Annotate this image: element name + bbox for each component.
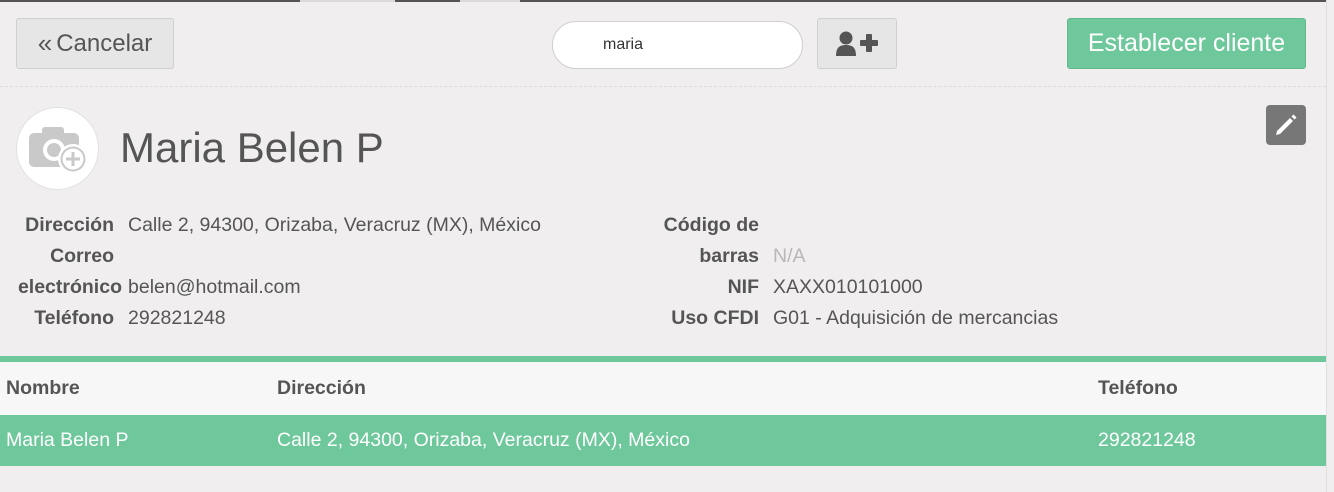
email-label-line2: electrónico [17,276,122,298]
edit-customer-button[interactable] [1266,105,1306,145]
barcode-label-line2: barras [699,245,759,267]
email-label-line1: Correo [50,245,114,267]
row-name-cell[interactable]: Maria Belen P [6,415,128,466]
avatar[interactable] [16,107,99,190]
camera-plus-icon [28,126,88,174]
cfdi-value: G01 - Adquisición de mercancias [773,307,1059,329]
customer-name: Maria Belen P [120,124,384,171]
search-input[interactable] [552,21,803,69]
cancel-label: Cancelar [56,29,153,57]
address-value: Calle 2, 94300, Orizaba, Veracruz (MX), … [128,214,541,236]
cfdi-label: Uso CFDI [671,307,759,329]
add-customer-button[interactable] [817,18,897,69]
address-label: Dirección [25,214,114,236]
barcode-value: N/A [773,245,806,267]
double-chevron-left-icon: « [37,28,53,58]
nif-label: NIF [727,276,759,298]
row-phone-cell[interactable]: 292821248 [1098,415,1196,466]
scrollbar-track[interactable] [1326,0,1334,492]
cancel-button[interactable]: « Cancelar [16,18,174,69]
user-plus-icon [836,31,878,56]
column-header-phone[interactable]: Teléfono [1098,362,1178,415]
barcode-label-line1: Código de [663,214,759,236]
set-customer-label: Establecer cliente [1087,29,1286,57]
email-value: belen@hotmail.com [128,276,301,298]
phone-value: 292821248 [128,307,226,329]
column-header-address[interactable]: Dirección [277,362,366,415]
nif-value: XAXX010101000 [773,276,923,298]
header: « Cancelar Establecer cliente [0,2,1326,87]
phone-label: Teléfono [34,307,114,329]
column-header-name[interactable]: Nombre [6,362,80,415]
row-address-cell[interactable]: Calle 2, 94300, Orizaba, Veracruz (MX), … [277,415,690,466]
pencil-icon [1276,114,1297,135]
set-customer-button[interactable]: Establecer cliente [1067,18,1306,69]
